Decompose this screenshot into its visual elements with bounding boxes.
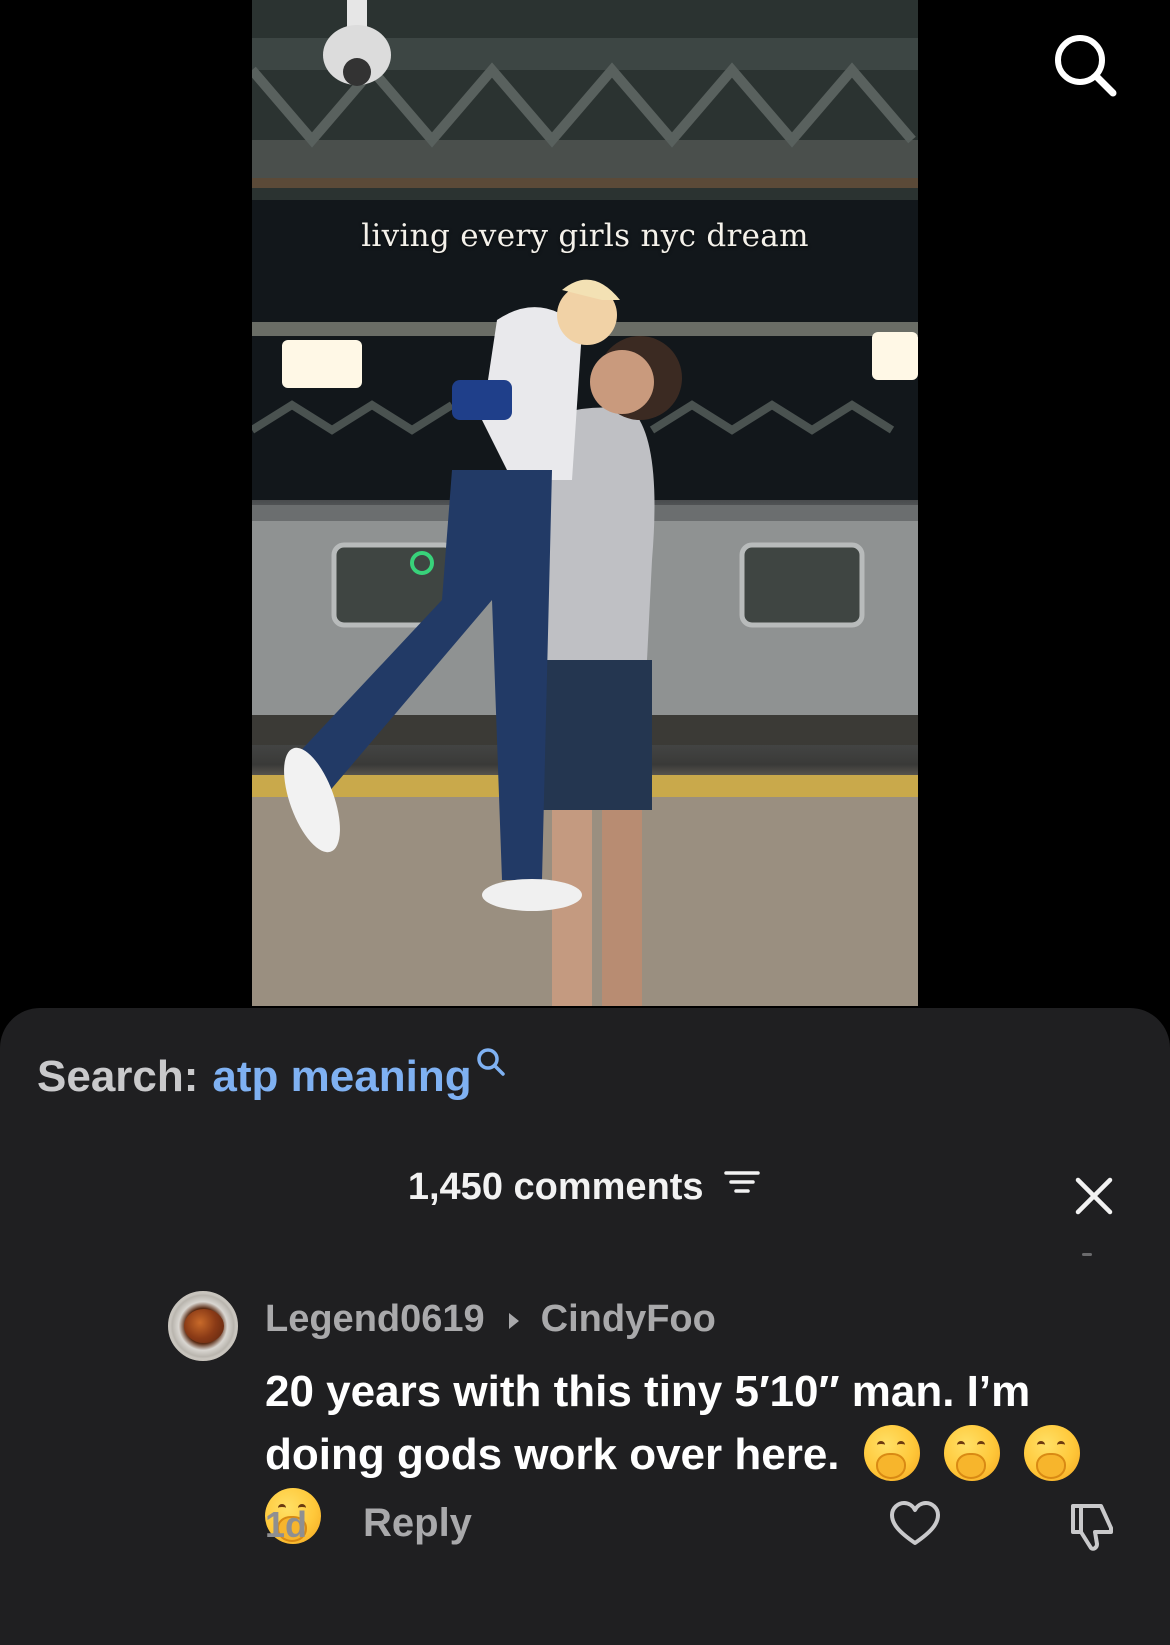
hand-over-mouth-emoji-icon: [863, 1425, 920, 1481]
reply-arrow-icon: [507, 1298, 521, 1341]
avatar[interactable]: [168, 1291, 238, 1361]
video-caption: living every girls nyc dream: [361, 218, 809, 254]
divider-mark: [1082, 1253, 1092, 1256]
comment-meta: Legend0619 CindyFoo: [265, 1298, 716, 1341]
thumbs-down-icon[interactable]: [1063, 1498, 1119, 1554]
comment-reply-to-user[interactable]: CindyFoo: [541, 1298, 716, 1341]
search-label: Search:: [37, 1052, 199, 1101]
hand-over-mouth-emoji-icon: [944, 1425, 1001, 1481]
heart-icon[interactable]: [887, 1496, 943, 1552]
search-suggestion[interactable]: Search: atp meaning: [37, 1048, 506, 1102]
comment-actions: 1d Reply: [265, 1496, 1135, 1556]
comments-count: 1,450 comments: [407, 1166, 704, 1208]
video-frame[interactable]: living every girls nyc dream: [252, 0, 918, 1006]
hand-over-mouth-emoji-icon: [1024, 1425, 1081, 1481]
avatar-image: [184, 1309, 224, 1343]
search-query-link[interactable]: atp meaning: [212, 1052, 471, 1102]
search-query-icon[interactable]: [476, 1038, 506, 1088]
reply-button[interactable]: Reply: [363, 1501, 472, 1546]
comment-username[interactable]: Legend0619: [265, 1298, 485, 1341]
filter-icon[interactable]: [722, 1165, 762, 1209]
close-icon[interactable]: [1070, 1172, 1118, 1220]
video-scene: [252, 0, 918, 1006]
comment-time: 1d: [265, 1504, 308, 1545]
comments-header: 1,450 comments: [0, 1166, 1170, 1211]
video-area[interactable]: living every girls nyc dream: [0, 0, 1170, 1010]
comments-sheet: Search: atp meaning 1,450 comments Legen…: [0, 1008, 1170, 1645]
search-icon[interactable]: [1050, 30, 1120, 100]
